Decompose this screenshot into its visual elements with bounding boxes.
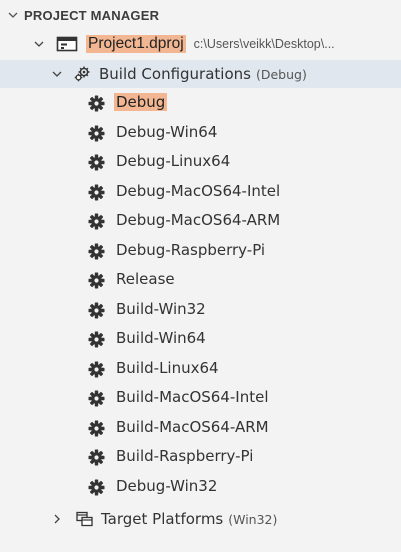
project-path: c:\Users\veikk\Desktop\... xyxy=(193,37,335,51)
gear-icon xyxy=(88,479,105,496)
target-platforms-row[interactable]: Target Platforms (Win32) xyxy=(0,505,401,533)
gear-icon xyxy=(88,390,105,407)
gear-icon xyxy=(88,95,105,112)
build-config-item[interactable]: Debug-Win32 xyxy=(0,473,401,501)
gear-icon xyxy=(88,154,105,171)
gear-icon xyxy=(88,449,105,466)
build-config-label: Debug-Win32 xyxy=(116,476,218,495)
build-config-label: Debug xyxy=(114,93,168,111)
build-config-item[interactable]: Debug-Raspberry-Pi xyxy=(0,237,401,265)
build-config-label: Build-Raspberry-Pi xyxy=(116,447,254,465)
build-config-item[interactable]: Debug-MacOS64-Intel xyxy=(0,178,401,206)
chevron-right-icon[interactable] xyxy=(50,512,64,526)
chevron-down-icon[interactable] xyxy=(6,8,20,22)
build-configurations-row[interactable]: Build Configurations (Debug) xyxy=(0,60,401,88)
chevron-down-icon[interactable] xyxy=(32,37,46,51)
build-config-item[interactable]: Debug-Linux64 xyxy=(0,148,401,176)
gear-icon xyxy=(88,331,105,348)
section-header[interactable]: PROJECT MANAGER xyxy=(0,3,401,27)
build-config-label: Debug-MacOS64-ARM xyxy=(116,211,281,229)
gear-icon xyxy=(88,125,105,142)
build-config-item[interactable]: Debug-Win64 xyxy=(0,119,401,147)
gear-icon xyxy=(88,361,105,378)
build-config-label: Release xyxy=(116,270,175,288)
gear-icon xyxy=(88,272,105,289)
build-config-label: Debug-Win64 xyxy=(116,122,218,141)
build-config-item[interactable]: Debug xyxy=(0,89,401,117)
build-config-label: Debug-Linux64 xyxy=(116,152,231,170)
target-platforms-active: (Win32) xyxy=(228,511,278,527)
build-config-item[interactable]: Build-MacOS64-ARM xyxy=(0,414,401,442)
target-platforms-label: Target Platforms xyxy=(101,510,224,528)
build-config-item[interactable]: Build-Linux64 xyxy=(0,355,401,383)
project-row[interactable]: Project1.dproj c:\Users\veikk\Desktop\..… xyxy=(0,30,401,58)
project-icon xyxy=(56,35,78,53)
build-configurations-active: (Debug) xyxy=(255,66,307,82)
build-config-label: Build-Win64 xyxy=(116,329,206,347)
gear-icon xyxy=(88,243,105,260)
build-config-item[interactable]: Build-Raspberry-Pi xyxy=(0,443,401,471)
build-config-item[interactable]: Debug-MacOS64-ARM xyxy=(0,207,401,235)
build-config-item[interactable]: Release xyxy=(0,266,401,294)
build-config-label: Debug-MacOS64-Intel xyxy=(116,181,281,200)
gear-icon xyxy=(88,184,105,201)
gear-icon xyxy=(88,302,105,319)
build-configurations-icon xyxy=(74,66,90,82)
build-config-label: Build-Linux64 xyxy=(116,358,219,377)
target-platforms-icon xyxy=(76,511,93,527)
chevron-down-icon[interactable] xyxy=(50,67,64,81)
section-title: PROJECT MANAGER xyxy=(24,7,160,23)
build-config-label: Build-Win32 xyxy=(116,299,206,318)
build-config-item[interactable]: Build-MacOS64-Intel xyxy=(0,384,401,412)
build-config-label: Build-MacOS64-ARM xyxy=(116,417,269,436)
project-manager-panel: PROJECT MANAGER Project1.dproj c:\Users\… xyxy=(0,0,401,552)
project-name[interactable]: Project1.dproj xyxy=(86,35,186,53)
build-configurations-label: Build Configurations xyxy=(99,65,251,83)
build-config-item[interactable]: Build-Win64 xyxy=(0,325,401,353)
build-config-label: Build-MacOS64-Intel xyxy=(116,388,269,406)
build-config-label: Debug-Raspberry-Pi xyxy=(116,240,266,259)
gear-icon xyxy=(88,213,105,230)
gear-icon xyxy=(88,420,105,437)
build-config-item[interactable]: Build-Win32 xyxy=(0,296,401,324)
